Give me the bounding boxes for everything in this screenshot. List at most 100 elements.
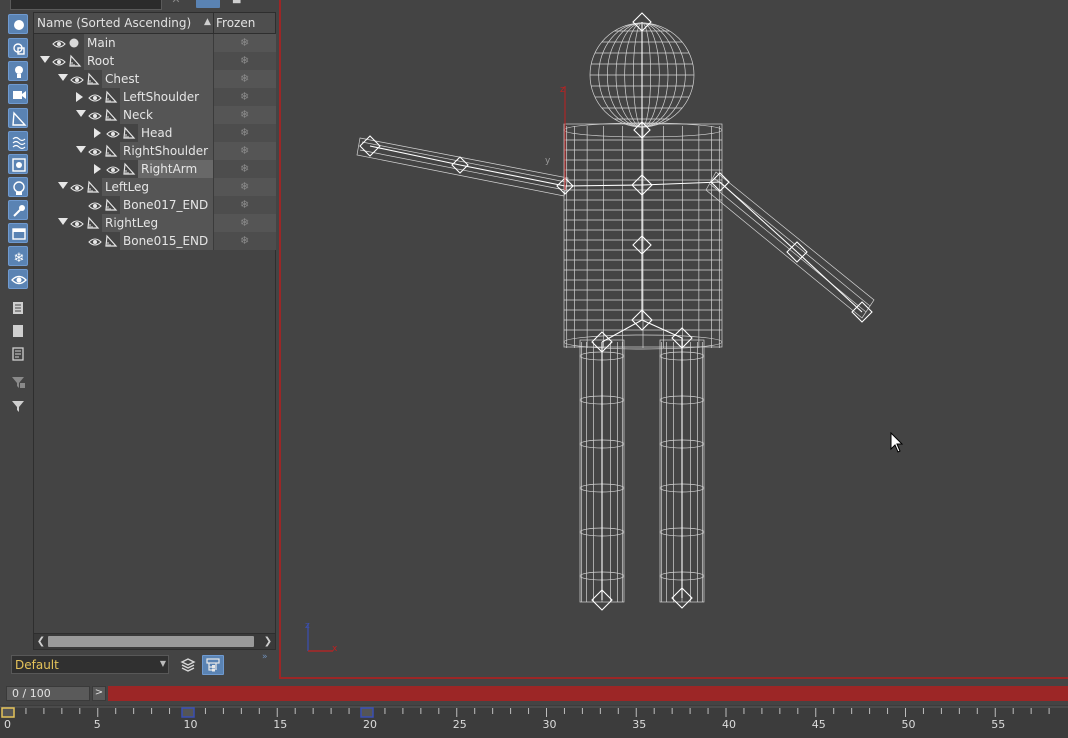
frozen-toggle[interactable]: ❄ <box>213 52 276 70</box>
horizontal-scrollbar[interactable]: ❮ ❯ <box>33 633 276 650</box>
tree-row-rightarm[interactable]: ❄ RightArm <box>34 160 276 178</box>
svg-text:z: z <box>560 85 565 95</box>
expand-arrow-icon[interactable] <box>94 128 101 138</box>
tree-row-neck[interactable]: ❄ Neck <box>34 106 276 124</box>
hierarchy-icon[interactable] <box>202 655 224 675</box>
visibility-eye-icon[interactable] <box>88 146 102 160</box>
frozen-toggle[interactable]: ❄ <box>213 160 276 178</box>
mouse-cursor-icon <box>890 431 904 457</box>
frozen-toggle[interactable]: ❄ <box>213 106 276 124</box>
frozen-toggle[interactable]: ❄ <box>213 124 276 142</box>
display-hidden-icon[interactable]: ❄ <box>8 246 28 266</box>
display-none-icon[interactable] <box>8 298 28 318</box>
visibility-eye-icon[interactable] <box>88 110 102 124</box>
container-icon[interactable] <box>8 396 28 416</box>
visibility-eye-icon[interactable] <box>52 56 66 70</box>
frozen-toggle[interactable]: ❄ <box>213 196 276 214</box>
collapse-arrow-icon[interactable] <box>76 110 86 117</box>
filter-icon[interactable] <box>8 372 28 392</box>
frozen-toggle[interactable]: ❄ <box>213 34 276 52</box>
display-invert-icon[interactable] <box>8 321 28 341</box>
collapse-arrow-icon[interactable] <box>76 146 86 153</box>
column-header-name[interactable]: Name (Sorted Ascending) <box>37 16 191 30</box>
frozen-toggle[interactable]: ❄ <box>213 178 276 196</box>
visibility-eye-icon[interactable] <box>88 236 102 250</box>
frozen-toggle[interactable]: ❄ <box>213 88 276 106</box>
snowflake-icon: ❄ <box>240 72 250 85</box>
expand-arrow-icon[interactable] <box>76 92 83 102</box>
lock-icon[interactable]: ■ <box>232 0 246 8</box>
display-groups-icon[interactable] <box>8 154 28 174</box>
time-slider: 0 / 100 > <box>0 685 1068 702</box>
layers-icon[interactable] <box>178 655 198 675</box>
layer-dropdown[interactable]: Default ▼ <box>11 655 169 674</box>
frozen-toggle[interactable]: ❄ <box>213 214 276 232</box>
tree-row-root[interactable]: ❄ Root <box>34 52 276 70</box>
expand-panel-icon[interactable]: » <box>262 652 268 662</box>
tree-row-leftshoulder[interactable]: ❄ LeftShoulder <box>34 88 276 106</box>
bone-icon <box>104 144 118 161</box>
sort-ascending-icon[interactable]: ▲ <box>204 17 211 27</box>
visibility-eye-icon[interactable] <box>88 92 102 106</box>
tree-row-bone017_end[interactable]: ❄ Bone017_END <box>34 196 276 215</box>
perspective-viewport[interactable]: z y z x <box>279 0 1068 679</box>
bone-icon <box>86 180 100 197</box>
tree-row-main[interactable]: ❄ Main <box>34 34 276 52</box>
display-lights-icon[interactable] <box>8 61 28 81</box>
timeline-tick-label: 10 <box>183 718 198 731</box>
tree-row-rightleg[interactable]: ❄ RightLeg <box>34 214 276 233</box>
collapse-arrow-icon[interactable] <box>40 56 50 63</box>
tree-row-leftleg[interactable]: ❄ LeftLeg <box>34 178 276 197</box>
visibility-eye-icon[interactable] <box>88 200 102 214</box>
tree-row-rightshoulder[interactable]: ❄ RightShoulder <box>34 142 276 161</box>
scroll-right-icon[interactable]: ❯ <box>262 635 274 648</box>
track-bar[interactable]: 0 5 10 15 20 25 30 35 40 45 50 55 <box>0 705 1068 738</box>
timeline-tick-label: 30 <box>542 718 557 731</box>
visibility-eye-icon[interactable] <box>70 182 84 196</box>
frame-counter[interactable]: 0 / 100 <box>6 686 90 701</box>
display-xrefs-icon[interactable] <box>8 177 28 197</box>
snowflake-icon: ❄ <box>240 216 250 229</box>
scrollbar-thumb[interactable] <box>48 636 254 647</box>
display-geometry-icon[interactable] <box>8 14 28 34</box>
visibility-eye-icon[interactable] <box>106 164 120 178</box>
bone-icon <box>104 198 118 215</box>
frozen-toggle[interactable]: ❄ <box>213 142 276 160</box>
time-slider-track[interactable] <box>108 686 1068 701</box>
frozen-toggle[interactable]: ❄ <box>213 70 276 88</box>
tree-row-bone015_end[interactable]: ❄ Bone015_END <box>34 232 276 250</box>
timeline-tick-label: 0 <box>4 718 11 731</box>
snowflake-icon: ❄ <box>240 126 250 139</box>
display-helpers-icon[interactable] <box>8 200 28 220</box>
collapse-arrow-icon[interactable] <box>58 74 68 81</box>
bone-icon <box>86 216 100 233</box>
scroll-left-icon[interactable]: ❮ <box>35 635 47 648</box>
display-all-icon[interactable] <box>8 269 28 289</box>
column-header-frozen[interactable]: Frozen <box>216 16 255 30</box>
visibility-eye-icon[interactable] <box>106 128 120 142</box>
column-divider[interactable] <box>213 13 214 33</box>
display-cameras-icon[interactable] <box>8 84 28 104</box>
collapse-arrow-icon[interactable] <box>58 182 68 189</box>
display-spacewarps-icon[interactable] <box>8 131 28 151</box>
tree-row-head[interactable]: ❄ Head <box>34 124 276 142</box>
search-input[interactable] <box>10 0 162 10</box>
expand-arrow-icon[interactable] <box>94 164 101 174</box>
tree-row-label: Bone017_END <box>123 198 209 212</box>
next-frame-button[interactable]: > <box>92 686 106 701</box>
visibility-eye-icon[interactable] <box>70 218 84 232</box>
select-tool-button[interactable] <box>196 0 220 8</box>
axis-label-z: z <box>305 621 310 631</box>
display-frozen-icon[interactable] <box>8 223 28 243</box>
clear-search-icon[interactable]: ✕ <box>170 0 182 8</box>
tree-row-chest[interactable]: ❄ Chest <box>34 70 276 88</box>
visibility-eye-icon[interactable] <box>70 74 84 88</box>
snowflake-icon: ❄ <box>240 36 250 49</box>
collapse-arrow-icon[interactable] <box>58 218 68 225</box>
display-shapes-icon[interactable] <box>8 38 28 58</box>
display-bones-icon[interactable] <box>8 108 28 128</box>
tree-row-label: Main <box>87 36 116 50</box>
frozen-toggle[interactable]: ❄ <box>213 232 276 250</box>
filter-options-icon[interactable] <box>8 344 28 364</box>
visibility-eye-icon[interactable] <box>52 38 66 52</box>
